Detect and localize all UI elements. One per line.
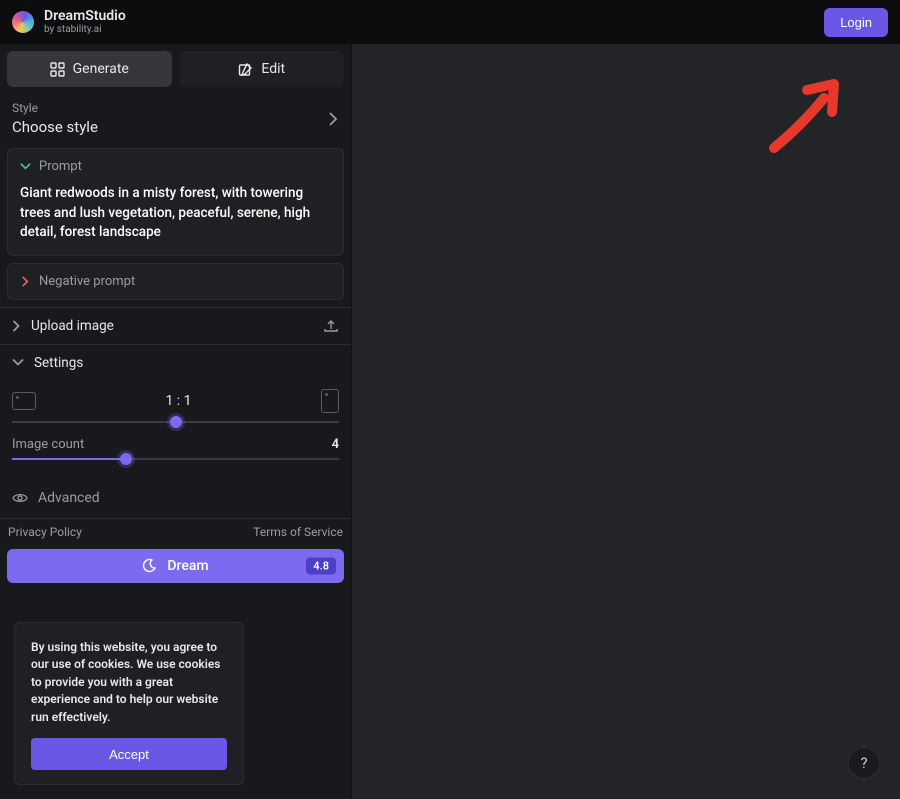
- chevron-down-icon: [20, 161, 31, 172]
- settings-header[interactable]: Settings: [0, 344, 351, 381]
- eye-icon: [12, 492, 28, 504]
- image-count-label: Image count: [12, 437, 84, 452]
- dream-label: Dream: [167, 558, 208, 574]
- login-button[interactable]: Login: [824, 8, 888, 37]
- chevron-down-icon: [12, 358, 24, 367]
- prompt-label: Prompt: [39, 159, 82, 174]
- canvas-area: ?: [352, 44, 900, 799]
- privacy-policy-link[interactable]: Privacy Policy: [8, 525, 82, 539]
- chevron-right-icon: [20, 276, 31, 287]
- style-label: Style: [12, 101, 98, 115]
- tab-generate-label: Generate: [73, 61, 129, 77]
- prompt-section: Prompt Giant redwoods in a misty forest,…: [7, 148, 344, 256]
- cookie-banner: By using this website, you agree to our …: [14, 622, 244, 785]
- upload-image-row[interactable]: Upload image: [0, 307, 351, 344]
- terms-of-service-link[interactable]: Terms of Service: [253, 525, 343, 539]
- grid-icon: [50, 62, 65, 77]
- app-subtitle: by stability.ai: [44, 24, 126, 35]
- aspect-ratio-slider[interactable]: [12, 421, 339, 423]
- annotation-arrow-icon: [762, 70, 852, 160]
- negative-prompt-section[interactable]: Negative prompt: [7, 263, 344, 300]
- prompt-header[interactable]: Prompt: [8, 149, 343, 184]
- landscape-ratio-icon[interactable]: [12, 392, 36, 410]
- style-selector[interactable]: Style Choose style: [0, 91, 351, 148]
- image-count-value: 4: [332, 437, 339, 452]
- chevron-right-icon: [12, 320, 21, 332]
- edit-icon: [238, 62, 253, 77]
- tab-edit-label: Edit: [261, 61, 285, 77]
- topbar: DreamStudio by stability.ai Login: [0, 0, 900, 44]
- negative-prompt-label: Negative prompt: [39, 274, 135, 289]
- tab-edit[interactable]: Edit: [180, 51, 345, 87]
- prompt-text[interactable]: Giant redwoods in a misty forest, with t…: [8, 184, 343, 255]
- settings-label: Settings: [34, 355, 83, 371]
- help-label: ?: [860, 754, 867, 772]
- logo-icon: [12, 11, 34, 33]
- aspect-ratio-value: 1 : 1: [165, 393, 191, 409]
- portrait-ratio-icon[interactable]: [321, 389, 339, 413]
- sidebar: Generate Edit Style Choose style: [0, 44, 352, 799]
- advanced-label: Advanced: [38, 490, 100, 506]
- moon-icon: [142, 558, 157, 573]
- style-value: Choose style: [12, 118, 98, 136]
- upload-icon[interactable]: [323, 318, 339, 334]
- help-button[interactable]: ?: [848, 747, 880, 779]
- cookie-accept-button[interactable]: Accept: [31, 738, 227, 770]
- tab-generate[interactable]: Generate: [7, 51, 172, 87]
- advanced-row[interactable]: Advanced: [0, 478, 351, 518]
- cookie-text: By using this website, you agree to our …: [31, 639, 227, 726]
- app-title: DreamStudio: [44, 9, 126, 24]
- dream-button[interactable]: Dream 4.8: [7, 549, 344, 583]
- image-count-slider[interactable]: [12, 458, 339, 460]
- chevron-right-icon: [327, 112, 339, 126]
- dream-cost-badge: 4.8: [306, 557, 336, 574]
- brand[interactable]: DreamStudio by stability.ai: [12, 9, 126, 35]
- upload-image-label: Upload image: [31, 318, 114, 334]
